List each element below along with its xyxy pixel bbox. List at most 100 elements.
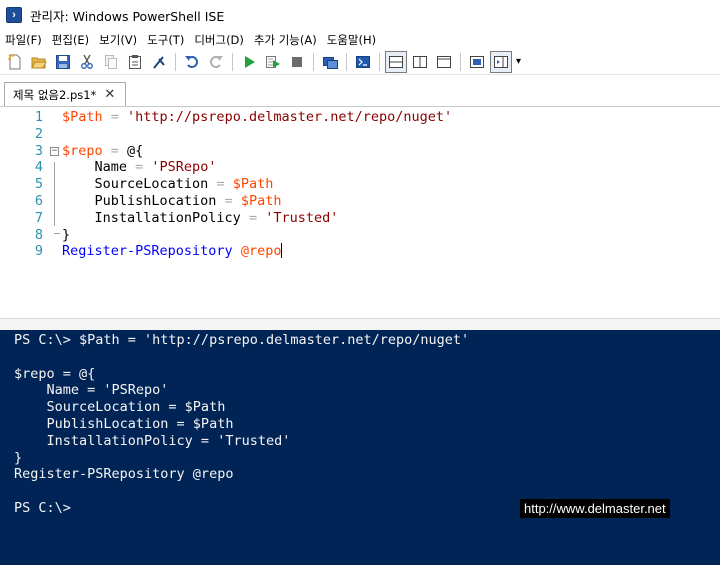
code-token: InstallationPolicy <box>62 209 241 226</box>
console-pane[interactable]: http://www.delmaster.net PS C:\> $Path =… <box>0 330 720 565</box>
line-number: 7 <box>34 209 43 226</box>
code-token: 'Trusted' <box>265 209 339 226</box>
console-line: Name = 'PSRepo' <box>14 382 169 399</box>
start-powershell-icon[interactable] <box>352 51 374 73</box>
redo-icon[interactable] <box>205 51 227 73</box>
show-script-top-icon[interactable] <box>385 50 407 73</box>
menu-file[interactable]: 파일(F) <box>0 32 47 48</box>
code-token: 'http://psrepo.delmaster.net/repo/nuget' <box>127 109 453 125</box>
text-caret <box>281 243 283 259</box>
menu-bar: 파일(F) 편집(E) 보기(V) 도구(T) 디버그(D) 추가 기능(A) … <box>0 30 720 49</box>
powershell-icon: › <box>6 7 22 23</box>
toolbar-separator <box>379 52 380 71</box>
toolbar-separator <box>346 52 347 71</box>
editor-line: 2 <box>0 126 720 143</box>
menu-addons[interactable]: 추가 기능(A) <box>249 32 322 48</box>
code-token: = <box>240 209 266 226</box>
console-line: SourceLocation = $Path <box>14 399 226 416</box>
toolbar-separator <box>313 52 314 71</box>
menu-view[interactable]: 보기(V) <box>94 32 142 48</box>
code-text: $Path = 'http://psrepo.delmaster.net/rep… <box>62 109 452 126</box>
cut-icon[interactable] <box>76 51 98 73</box>
code-token: Name <box>62 159 128 176</box>
console-line: InstallationPolicy = 'Trusted' <box>14 432 291 449</box>
show-script-right-icon[interactable] <box>409 51 431 73</box>
console-line: PS C:\> <box>14 500 71 516</box>
code-text: Name = 'PSRepo' <box>62 159 217 176</box>
line-number: 5 <box>34 176 43 193</box>
console-line: Register-PSRepository @repo <box>14 466 234 483</box>
editor-line: 4 Name = 'PSRepo' <box>0 159 720 176</box>
window-title: 관리자: Windows PowerShell ISE <box>30 8 225 24</box>
title-bar: › 관리자: Windows PowerShell ISE <box>0 0 720 30</box>
code-token: @repo <box>240 243 282 260</box>
code-text: Register-PSRepository @repo <box>62 243 283 260</box>
console-line: PS C:\> $Path = 'http://psrepo.delmaster… <box>14 332 470 348</box>
tab-label: 제목 없음2.ps1* <box>13 87 97 102</box>
run-script-icon[interactable] <box>238 51 260 73</box>
line-number: 3 <box>34 142 43 159</box>
copy-icon[interactable] <box>100 51 122 73</box>
editor-line: 8} <box>0 227 720 244</box>
code-token: = <box>208 176 233 193</box>
editor-line: 9 Register-PSRepository @repo <box>0 243 720 260</box>
code-token: @{ <box>127 142 144 159</box>
code-token: = <box>102 142 128 159</box>
toolbar-overflow-icon[interactable]: ▾ <box>516 56 521 67</box>
toolbar-separator <box>232 52 233 71</box>
code-token: $Path <box>240 193 282 209</box>
line-number: 4 <box>34 159 43 176</box>
show-command-window-icon[interactable] <box>466 51 488 73</box>
editor-line: 1 $Path = 'http://psrepo.delmaster.net/re… <box>0 109 720 126</box>
code-token: PublishLocation <box>62 193 217 209</box>
code-token: 'PSRepo' <box>151 159 217 176</box>
line-number: 2 <box>34 125 43 142</box>
show-command-addon-icon[interactable] <box>490 50 512 73</box>
menu-edit[interactable]: 편집(E) <box>47 32 94 48</box>
menu-debug[interactable]: 디버그(D) <box>189 32 249 48</box>
console-line: } <box>14 449 23 466</box>
stop-icon[interactable] <box>286 51 308 73</box>
new-icon[interactable] <box>4 51 26 73</box>
fold-toggle-icon[interactable]: − <box>50 146 59 156</box>
code-text: } <box>62 227 70 244</box>
code-text: $repo = @{ <box>62 143 143 160</box>
paste-icon[interactable] <box>124 51 146 73</box>
line-number: 1 <box>34 109 43 125</box>
line-number: 9 <box>34 243 43 260</box>
menu-tools[interactable]: 도구(T) <box>142 32 189 48</box>
close-icon[interactable]: ✕ <box>104 87 115 102</box>
menu-help[interactable]: 도움말(H) <box>322 32 381 48</box>
code-token: = <box>127 159 152 176</box>
code-text: InstallationPolicy = 'Trusted' <box>62 209 339 227</box>
save-icon[interactable] <box>52 51 74 73</box>
open-icon[interactable] <box>28 51 50 73</box>
editor-line: 5 SourceLocation = $Path <box>0 176 720 193</box>
undo-icon[interactable] <box>181 51 203 73</box>
code-token: $Path <box>62 109 103 125</box>
show-script-maximized-icon[interactable] <box>433 51 455 73</box>
clear-console-icon[interactable] <box>148 51 170 73</box>
remote-powershell-icon[interactable] <box>319 51 341 73</box>
code-token: Register-PSRepository <box>62 243 233 260</box>
console-line: PublishLocation = $Path <box>14 416 234 432</box>
code-token: SourceLocation <box>62 176 209 193</box>
script-editor[interactable]: 1 $Path = 'http://psrepo.delmaster.net/re… <box>0 106 720 330</box>
pane-splitter[interactable] <box>0 318 720 330</box>
editor-line: 3− $repo = @{ <box>0 143 720 160</box>
toolbar-separator <box>460 52 461 71</box>
editor-line: 6 PublishLocation = $Path <box>0 193 720 210</box>
code-text: PublishLocation = $Path <box>62 193 282 210</box>
toolbar-separator <box>175 52 176 71</box>
tab-untitled2[interactable]: 제목 없음2.ps1* ✕ <box>4 82 126 106</box>
code-token: $Path <box>232 176 274 193</box>
line-number: 8 <box>34 226 43 243</box>
run-selection-icon[interactable] <box>262 51 284 73</box>
editor-line: 7 InstallationPolicy = 'Trusted' <box>0 210 720 227</box>
console-line: $repo = @{ <box>14 365 96 382</box>
watermark: http://www.delmaster.net <box>520 499 670 518</box>
code-token: = <box>102 109 128 125</box>
code-token: = <box>216 193 241 209</box>
script-tab-strip: 제목 없음2.ps1* ✕ <box>0 80 720 106</box>
